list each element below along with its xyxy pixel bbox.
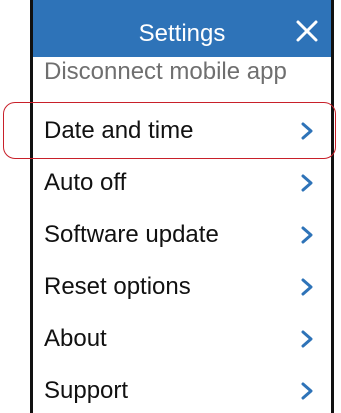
menu-item-disconnect-mobile-app[interactable]: Disconnect mobile app <box>44 52 331 92</box>
menu-item-about[interactable]: About <box>33 314 331 366</box>
chevron-right-icon <box>301 174 313 192</box>
close-icon <box>296 20 318 42</box>
settings-screen: Settings Disconnect mobile app Date and … <box>30 0 334 413</box>
menu-item-label: Reset options <box>44 273 191 300</box>
chevron-right-icon <box>301 330 313 348</box>
settings-menu: Date and time Auto off Software update R… <box>33 106 331 413</box>
menu-item-label: Support <box>44 377 129 404</box>
menu-item-label: Date and time <box>44 117 194 144</box>
chevron-right-icon <box>301 382 313 400</box>
menu-item-label: Software update <box>44 221 219 248</box>
menu-item-date-and-time[interactable]: Date and time <box>33 106 331 158</box>
menu-item-software-update[interactable]: Software update <box>33 210 331 262</box>
menu-item-label: Auto off <box>44 169 127 196</box>
chevron-right-icon <box>301 278 313 296</box>
page-title: Settings <box>138 20 226 47</box>
chevron-right-icon <box>301 122 313 140</box>
menu-item-reset-options[interactable]: Reset options <box>33 262 331 314</box>
header-bar: Settings <box>33 0 331 57</box>
chevron-right-icon <box>301 226 313 244</box>
menu-item-auto-off[interactable]: Auto off <box>33 158 331 210</box>
close-button[interactable] <box>294 18 320 44</box>
menu-item-support[interactable]: Support <box>33 366 331 413</box>
menu-item-label: About <box>44 325 107 352</box>
